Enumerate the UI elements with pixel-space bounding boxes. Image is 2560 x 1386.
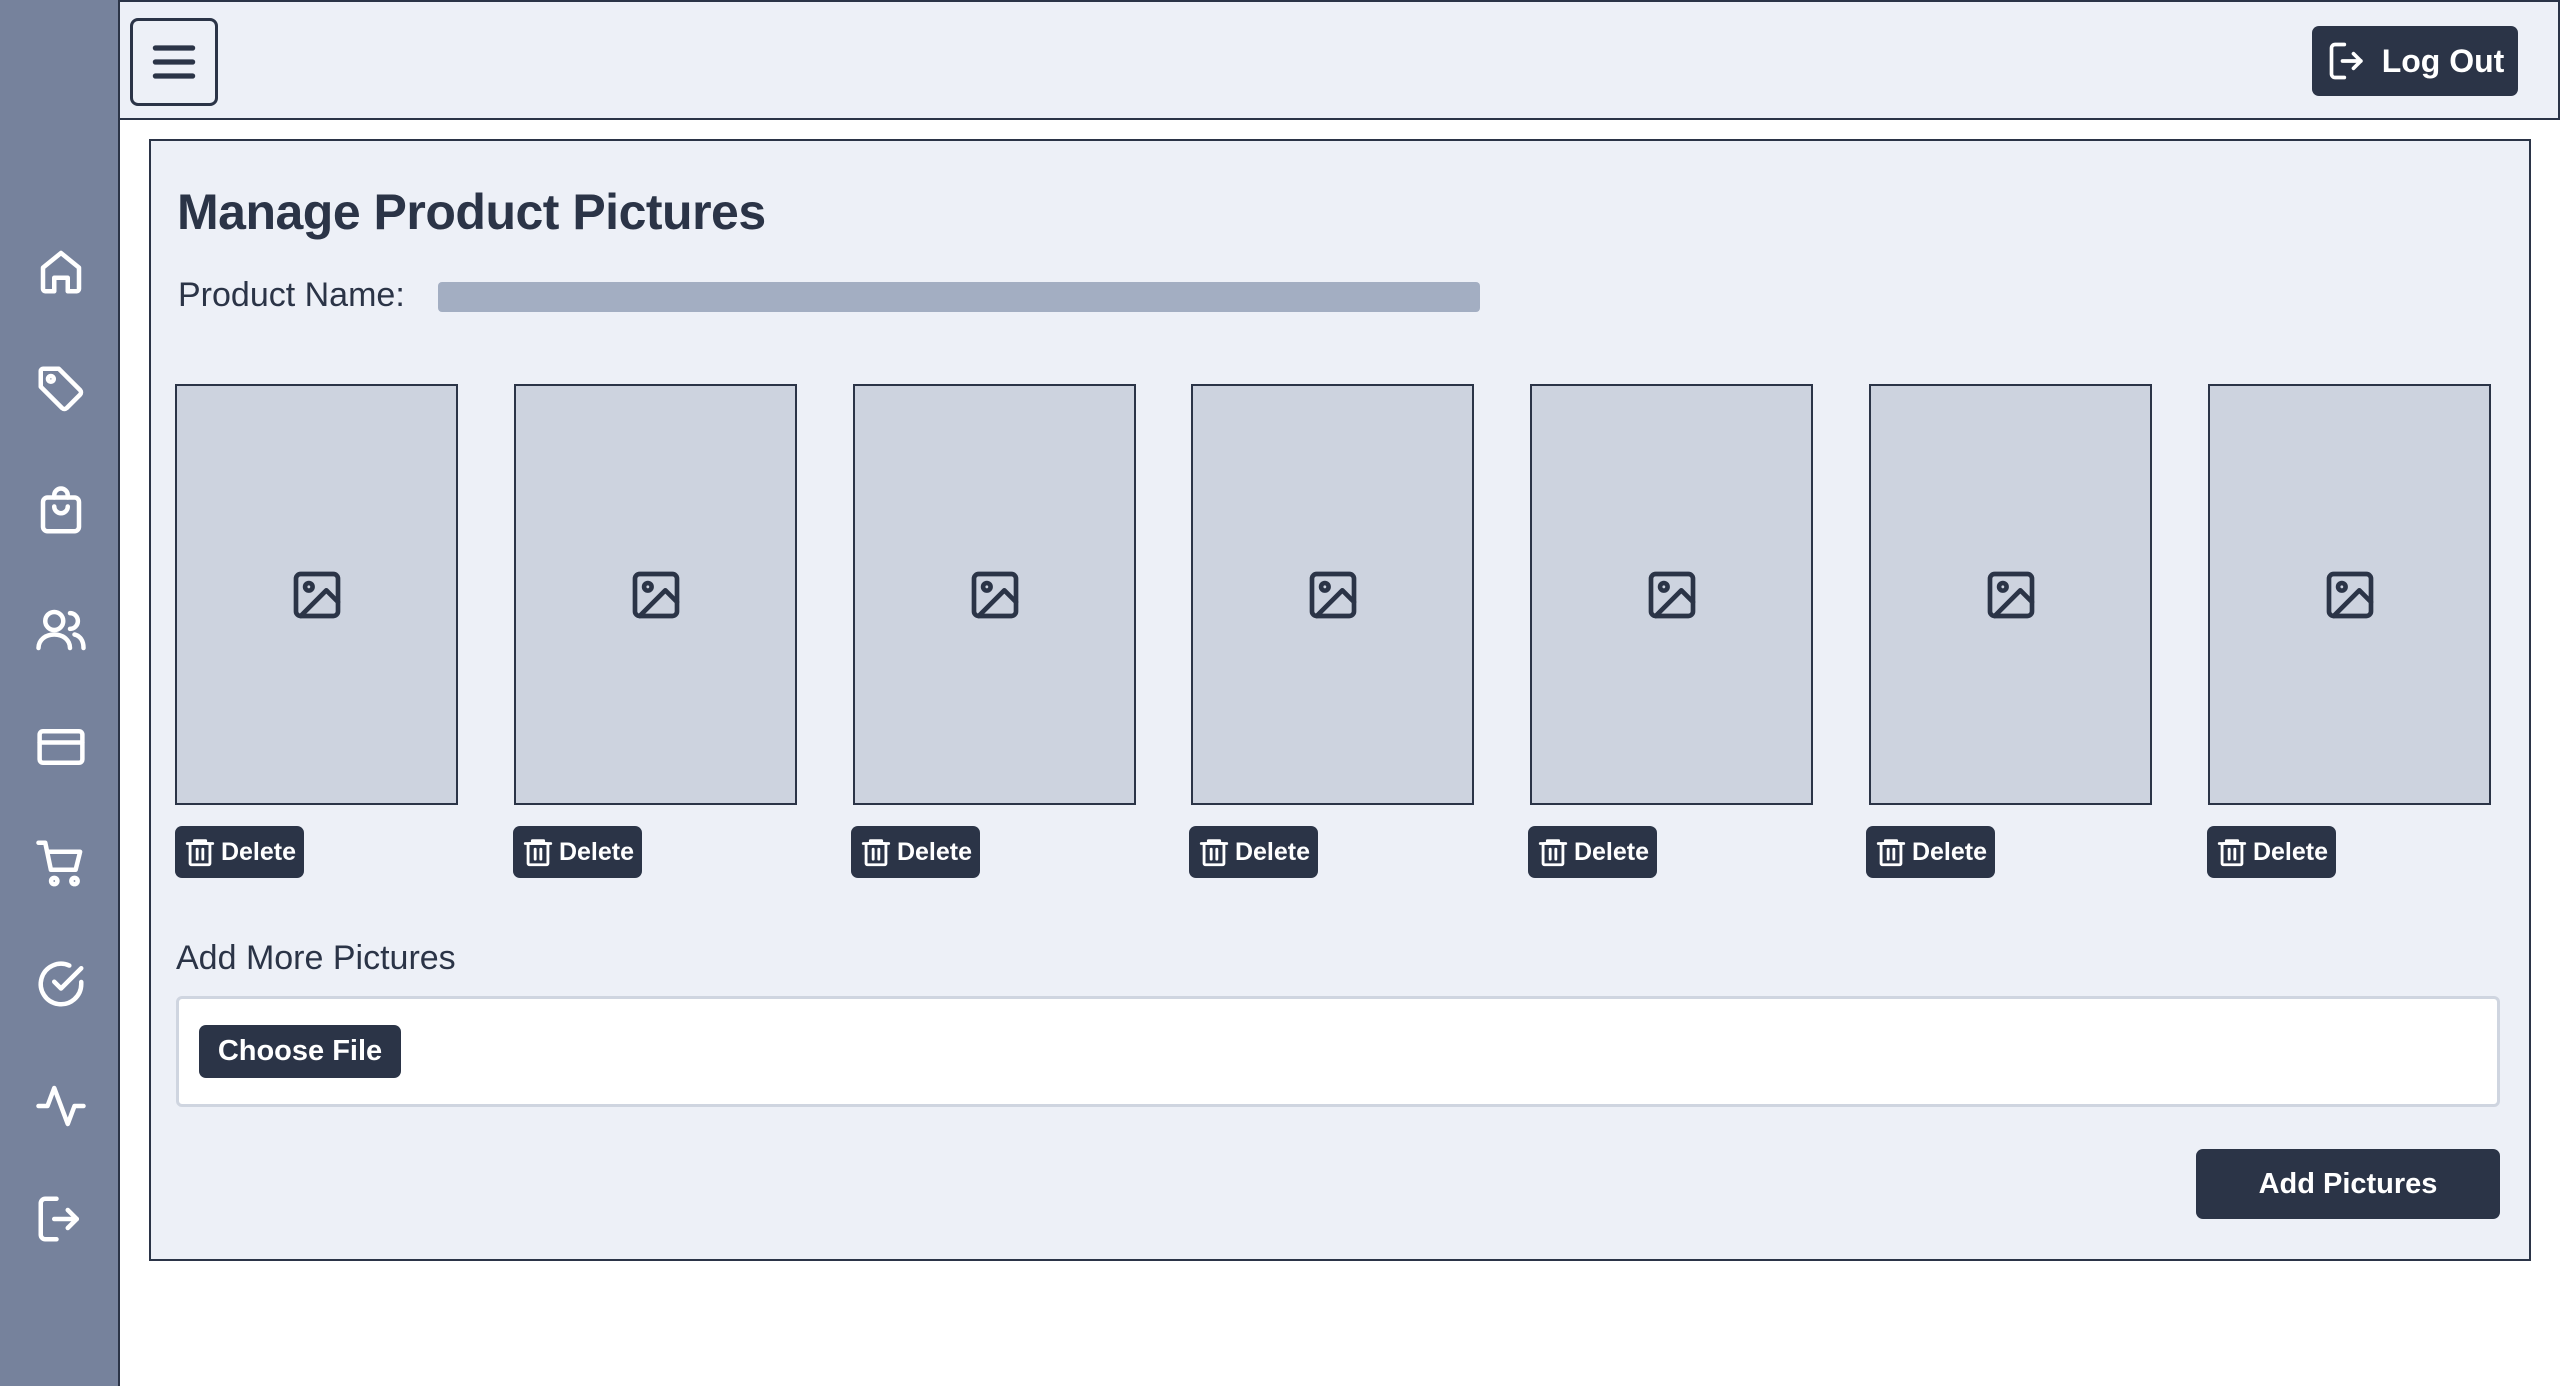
trash-icon	[1876, 839, 1906, 867]
image-icon	[293, 571, 340, 618]
delete-button[interactable]: Delete	[1866, 826, 1995, 878]
delete-label: Delete	[1573, 837, 1650, 866]
delete-button[interactable]: Delete	[851, 826, 980, 878]
choose-file-button[interactable]: Choose File	[199, 1025, 401, 1078]
sidebar	[0, 0, 120, 1386]
home-icon[interactable]	[32, 242, 90, 300]
picture-slot-5	[1530, 384, 1813, 805]
delete-button[interactable]: Delete	[175, 826, 304, 878]
picture-slot-7	[2208, 384, 2491, 805]
image-icon	[1648, 571, 1695, 618]
logout-icon[interactable]	[32, 1190, 90, 1248]
trash-icon	[1538, 839, 1568, 867]
delete-label: Delete	[220, 837, 297, 866]
shopping-bag-icon[interactable]	[32, 482, 90, 540]
trash-icon	[861, 839, 891, 867]
add-pictures-button[interactable]: Add Pictures	[2196, 1149, 2500, 1219]
image-icon	[1987, 571, 2034, 618]
trash-icon	[523, 839, 553, 867]
picture-slot-6	[1869, 384, 2152, 805]
logout-button[interactable]: Log Out	[2312, 26, 2518, 96]
credit-card-icon[interactable]	[32, 718, 90, 776]
image-icon	[632, 571, 679, 618]
delete-button[interactable]: Delete	[1528, 826, 1657, 878]
picture-slot-4	[1191, 384, 1474, 805]
trash-icon	[1199, 839, 1229, 867]
delete-button[interactable]: Delete	[2207, 826, 2336, 878]
delete-label: Delete	[558, 837, 635, 866]
product-name-label: Product Name:	[178, 276, 405, 314]
picture-slot-3	[853, 384, 1136, 805]
users-icon[interactable]	[32, 601, 90, 659]
product-name-value	[438, 282, 1480, 312]
check-circle-icon[interactable]	[32, 955, 90, 1013]
file-input[interactable]: Choose File	[176, 996, 2500, 1107]
delete-label: Delete	[1911, 837, 1988, 866]
delete-button[interactable]: Delete	[1189, 826, 1318, 878]
delete-label: Delete	[896, 837, 973, 866]
cart-icon[interactable]	[32, 834, 90, 892]
image-icon	[1309, 571, 1356, 618]
tag-icon[interactable]	[32, 360, 90, 418]
image-icon	[2326, 571, 2373, 618]
image-icon	[971, 571, 1018, 618]
delete-button[interactable]: Delete	[513, 826, 642, 878]
logout-icon	[2329, 42, 2363, 80]
delete-label: Delete	[1234, 837, 1311, 866]
trash-icon	[185, 839, 215, 867]
delete-label: Delete	[2252, 837, 2329, 866]
add-more-pictures-label: Add More Pictures	[176, 939, 456, 977]
menu-icon	[152, 45, 196, 79]
picture-slot-2	[514, 384, 797, 805]
manage-pictures-panel: Manage Product Pictures Product Name: De…	[149, 139, 2531, 1261]
logout-label: Log Out	[2381, 42, 2505, 79]
menu-button[interactable]	[130, 18, 218, 106]
top-bar: Log Out	[120, 0, 2560, 120]
activity-icon[interactable]	[32, 1077, 90, 1135]
page-title: Manage Product Pictures	[177, 184, 766, 240]
trash-icon	[2217, 839, 2247, 867]
picture-slot-1	[175, 384, 458, 805]
